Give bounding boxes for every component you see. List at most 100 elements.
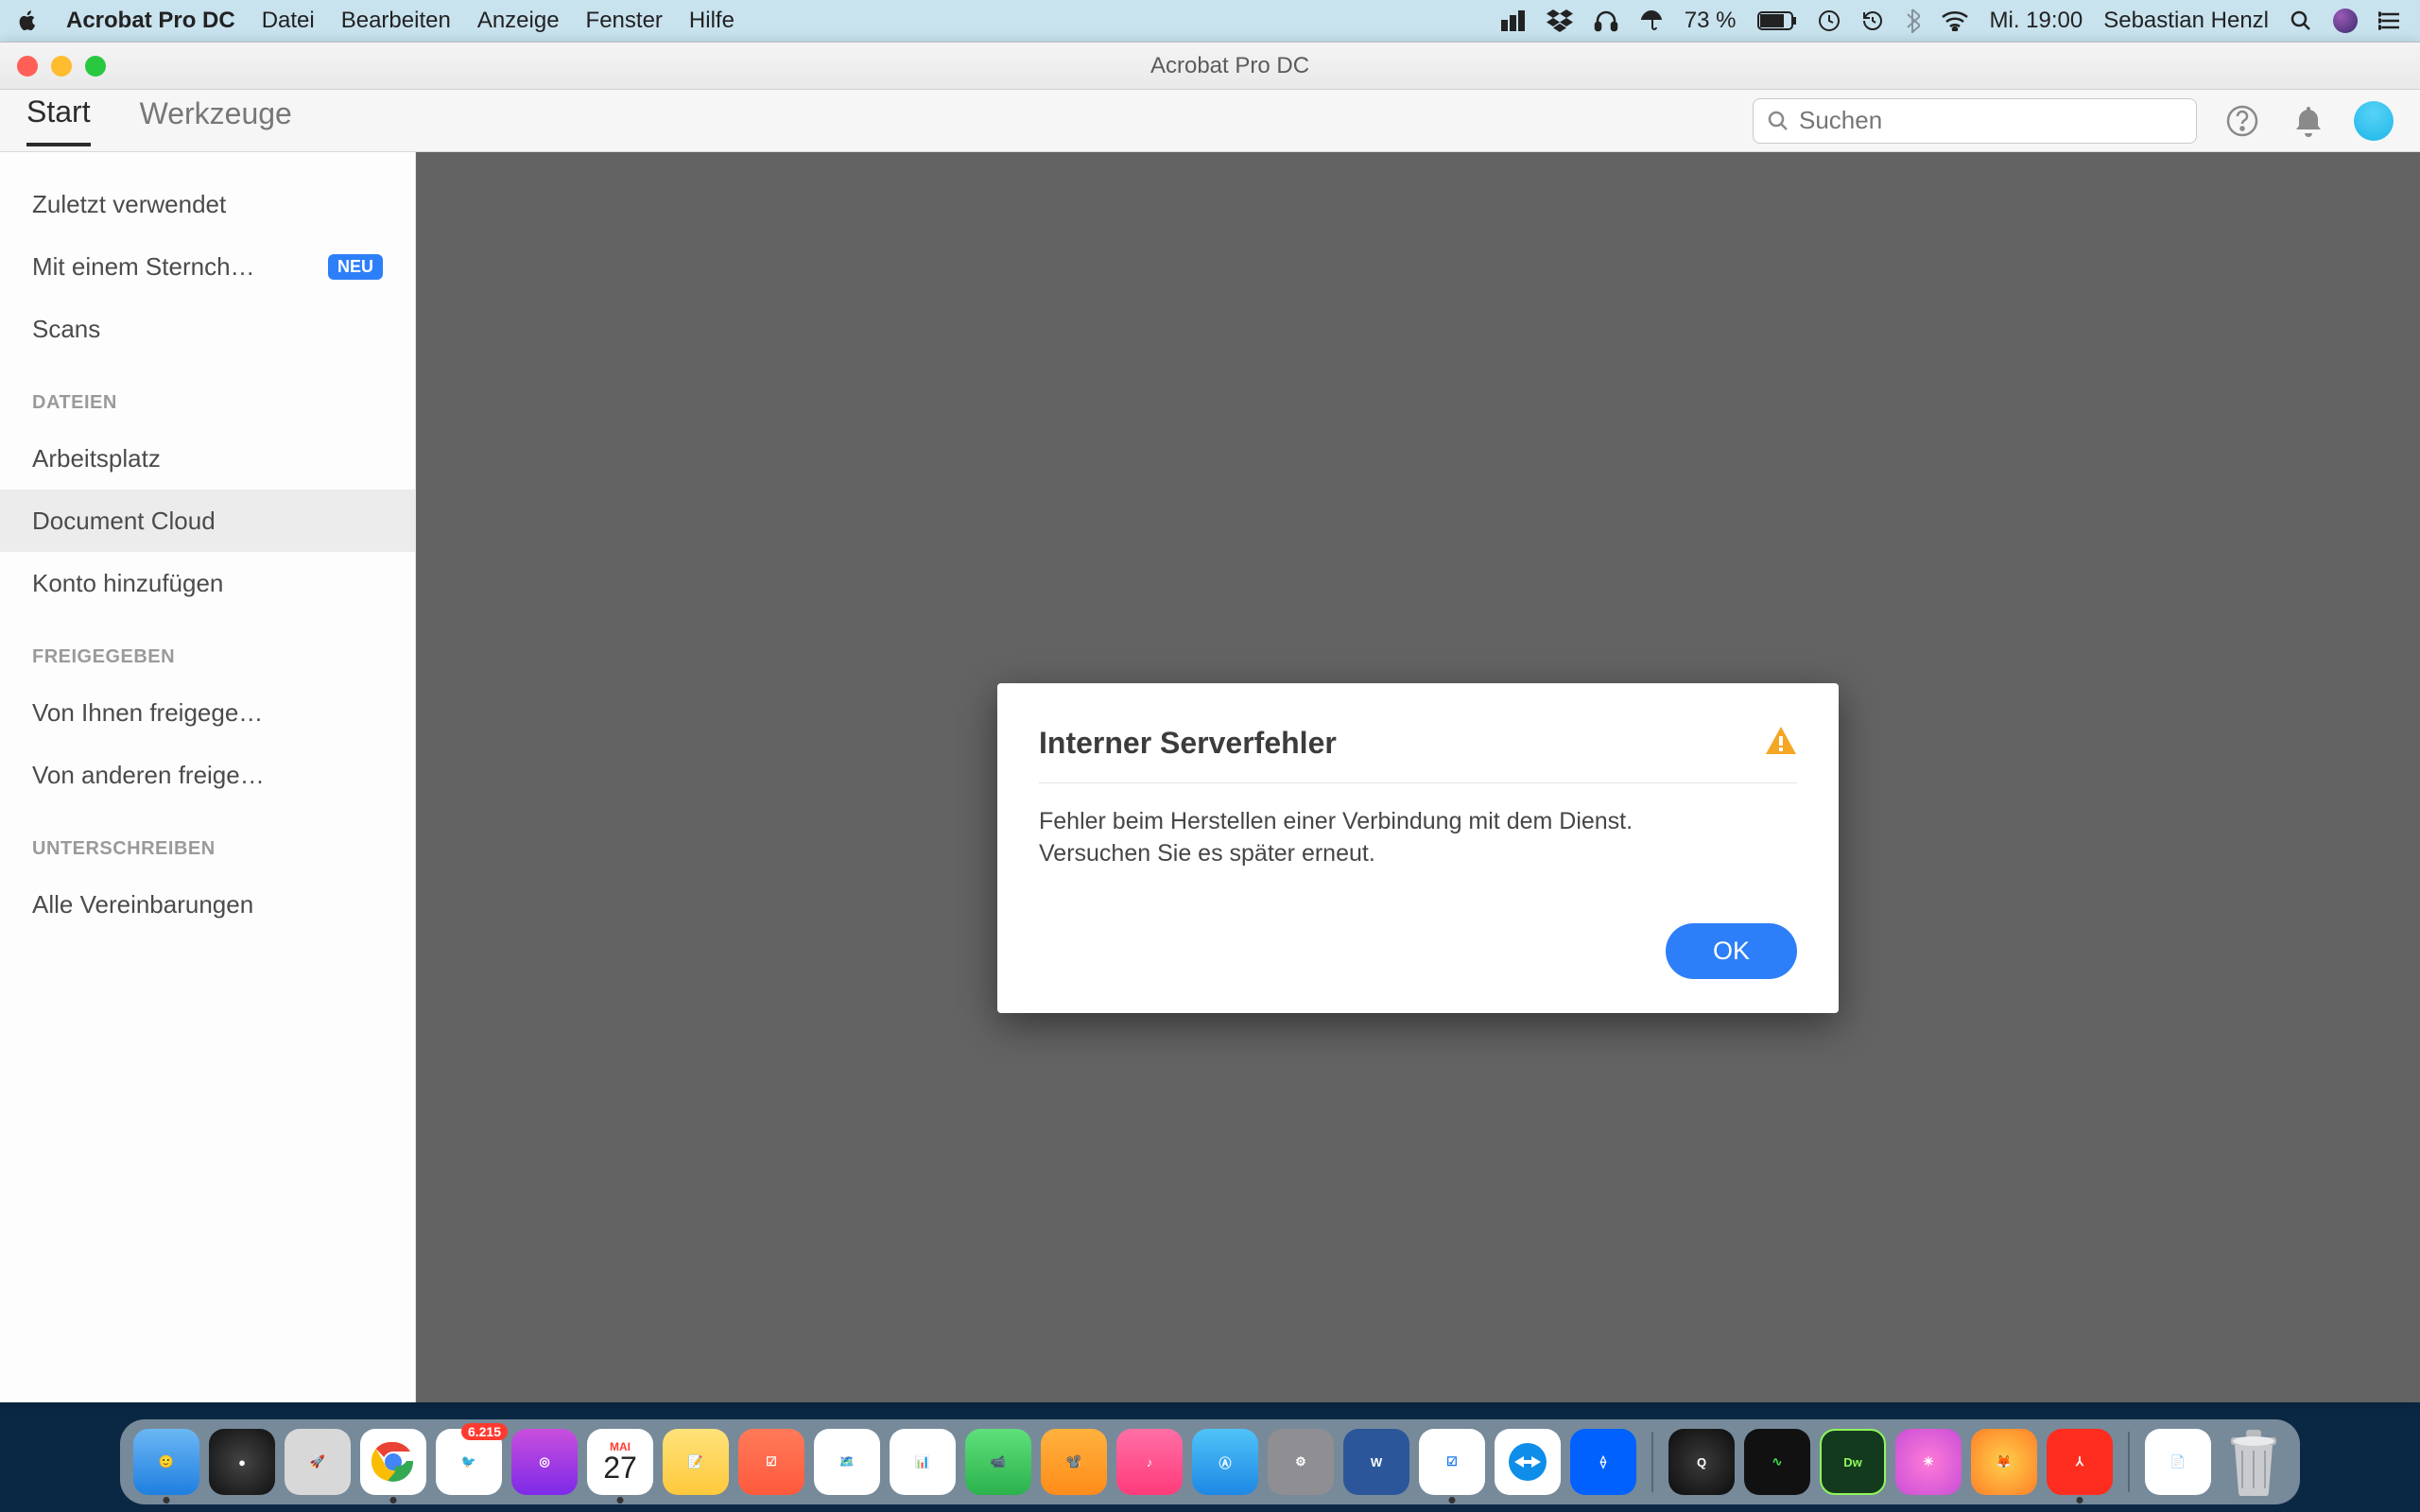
- menubar-datetime[interactable]: Mi. 19:00: [1990, 8, 2083, 34]
- sidebar: Zuletzt verwendet Mit einem Sternch… NEU…: [0, 152, 416, 1402]
- dock-app-word[interactable]: W: [1343, 1429, 1409, 1495]
- sidebar-group-shared: FREIGEGEBEN: [0, 614, 415, 681]
- search-field[interactable]: [1753, 98, 2197, 144]
- sidebar-item-label: Arbeitsplatz: [32, 444, 161, 473]
- menu-hilfe[interactable]: Hilfe: [689, 8, 735, 34]
- content-area: Interner Serverfehler Fehler beim Herste…: [416, 152, 2420, 1402]
- tab-start[interactable]: Start: [26, 94, 91, 146]
- sidebar-item-label: Alle Vereinbarungen: [32, 890, 253, 919]
- window-close-button[interactable]: [17, 56, 38, 77]
- spotlight-icon[interactable]: [2290, 9, 2312, 32]
- dialog-title: Interner Serverfehler: [1039, 726, 1337, 761]
- tab-tools[interactable]: Werkzeuge: [140, 96, 292, 145]
- error-dialog: Interner Serverfehler Fehler beim Herste…: [997, 683, 1839, 1013]
- acrobat-window: Acrobat Pro DC Start Werkzeuge Zuletzt v…: [0, 42, 2420, 1402]
- dock-app-music[interactable]: ♪: [1116, 1429, 1183, 1495]
- dock-separator: [2128, 1432, 2130, 1492]
- dock-app-settings[interactable]: ⚙︎: [1268, 1429, 1334, 1495]
- sidebar-item-agreements[interactable]: Alle Vereinbarungen: [0, 873, 415, 936]
- sidebar-item-label: Document Cloud: [32, 507, 216, 536]
- mail-badge: 6.215: [461, 1423, 508, 1440]
- sidebar-item-starred[interactable]: Mit einem Sternch… NEU: [0, 235, 415, 298]
- calendar-day: 27: [603, 1452, 637, 1483]
- sidebar-item-recent[interactable]: Zuletzt verwendet: [0, 173, 415, 235]
- notification-center-icon[interactable]: [2378, 10, 2403, 31]
- dock-app-notes[interactable]: 📝: [663, 1429, 729, 1495]
- new-badge: NEU: [328, 254, 383, 280]
- dock-app-mail[interactable]: 6.215🐦: [436, 1429, 502, 1495]
- dock-app-finder[interactable]: 🙂: [133, 1429, 199, 1495]
- menubar-username[interactable]: Sebastian Henzl: [2103, 8, 2269, 34]
- dock-app-firefox[interactable]: 🦊: [1971, 1429, 2037, 1495]
- sidebar-item-label: Zuletzt verwendet: [32, 190, 226, 219]
- dock-app-chrome[interactable]: [360, 1429, 426, 1495]
- search-icon: [1767, 110, 1789, 132]
- dock-app-calendar[interactable]: MAI27: [587, 1429, 653, 1495]
- macos-menubar: Acrobat Pro DC Datei Bearbeiten Anzeige …: [0, 0, 2420, 42]
- battery-percent: 73 %: [1685, 8, 1737, 34]
- timemachine-icon[interactable]: [1861, 9, 1884, 32]
- sidebar-group-sign: UNTERSCHREIBEN: [0, 806, 415, 873]
- sidebar-item-label: Mit einem Sternch…: [32, 252, 255, 282]
- search-input[interactable]: [1799, 106, 2183, 135]
- menu-datei[interactable]: Datei: [262, 8, 315, 34]
- sidebar-item-label: Von anderen freige…: [32, 761, 265, 790]
- clock-icon[interactable]: [1818, 9, 1841, 32]
- dock-app-numbers[interactable]: 📊: [890, 1429, 956, 1495]
- dropbox-icon[interactable]: [1547, 9, 1573, 32]
- sidebar-item-scans[interactable]: Scans: [0, 298, 415, 360]
- menu-fenster[interactable]: Fenster: [586, 8, 663, 34]
- ok-button[interactable]: OK: [1666, 923, 1797, 979]
- dock-app-acrobat[interactable]: ⅄: [2047, 1429, 2113, 1495]
- sidebar-item-add-account[interactable]: Konto hinzufügen: [0, 552, 415, 614]
- dock-app-things[interactable]: ☑︎: [1419, 1429, 1485, 1495]
- menu-anzeige[interactable]: Anzeige: [477, 8, 560, 34]
- notifications-button[interactable]: [2288, 100, 2329, 142]
- sidebar-item-shared-by-others[interactable]: Von anderen freige…: [0, 744, 415, 806]
- sidebar-item-label: Von Ihnen freigege…: [32, 698, 263, 728]
- dialog-message-line: Fehler beim Herstellen einer Verbindung …: [1039, 808, 1633, 834]
- battery-icon[interactable]: [1757, 11, 1797, 30]
- menuextra-icon[interactable]: [1501, 10, 1526, 31]
- dock-separator: [1651, 1432, 1653, 1492]
- dock-app-reminders[interactable]: ☑︎: [738, 1429, 804, 1495]
- siri-icon[interactable]: [2333, 9, 2358, 33]
- dialog-message-line: Versuchen Sie es später erneut.: [1039, 840, 1375, 867]
- sidebar-item-label: Scans: [32, 315, 100, 344]
- dialog-message: Fehler beim Herstellen einer Verbindung …: [1039, 806, 1797, 870]
- dock-app-photos[interactable]: ✳︎: [1895, 1429, 1962, 1495]
- dock-app-launchpad[interactable]: 🚀: [285, 1429, 351, 1495]
- dock-app-appstore[interactable]: Ⓐ: [1192, 1429, 1258, 1495]
- menu-bearbeiten[interactable]: Bearbeiten: [341, 8, 451, 34]
- help-button[interactable]: [2221, 100, 2263, 142]
- dock-app-teamviewer[interactable]: [1495, 1429, 1561, 1495]
- sidebar-item-document-cloud[interactable]: Document Cloud: [0, 490, 415, 552]
- dock-trash[interactable]: [2221, 1429, 2287, 1495]
- wifi-icon[interactable]: [1941, 10, 1969, 31]
- dock-app-activity-monitor[interactable]: ∿: [1744, 1429, 1810, 1495]
- dock-app-siri[interactable]: ●: [209, 1429, 275, 1495]
- umbrella-icon[interactable]: [1639, 9, 1664, 33]
- window-title: Acrobat Pro DC: [40, 53, 2420, 79]
- headphones-icon[interactable]: [1594, 9, 1618, 33]
- dock-app-maps[interactable]: 🗺️: [814, 1429, 880, 1495]
- dock-app-podcasts[interactable]: ◎: [511, 1429, 578, 1495]
- app-toolbar: Start Werkzeuge: [0, 90, 2420, 152]
- warning-icon: [1765, 725, 1797, 762]
- bluetooth-icon[interactable]: [1905, 9, 1920, 33]
- sidebar-group-files: DATEIEN: [0, 360, 415, 427]
- sidebar-item-workspace[interactable]: Arbeitsplatz: [0, 427, 415, 490]
- sidebar-item-label: Konto hinzufügen: [32, 569, 223, 598]
- menubar-app-name[interactable]: Acrobat Pro DC: [66, 8, 235, 34]
- dock-app-facetime[interactable]: 📹: [965, 1429, 1031, 1495]
- dock-app-quicktime[interactable]: Q: [1668, 1429, 1735, 1495]
- dock-app-dropbox[interactable]: ⟠: [1570, 1429, 1636, 1495]
- dock-item-document[interactable]: 📄: [2145, 1429, 2211, 1495]
- macos-dock: 🙂 ● 🚀 6.215🐦 ◎ MAI27 📝 ☑︎ 🗺️ 📊 📹 📽️ ♪ Ⓐ …: [120, 1419, 2300, 1504]
- apple-icon[interactable]: [17, 9, 40, 32]
- window-titlebar: Acrobat Pro DC: [0, 43, 2420, 90]
- dock-app-dreamweaver[interactable]: Dw: [1820, 1429, 1886, 1495]
- dock-app-keynote[interactable]: 📽️: [1041, 1429, 1107, 1495]
- sidebar-item-shared-by-you[interactable]: Von Ihnen freigege…: [0, 681, 415, 744]
- profile-avatar[interactable]: [2354, 101, 2394, 141]
